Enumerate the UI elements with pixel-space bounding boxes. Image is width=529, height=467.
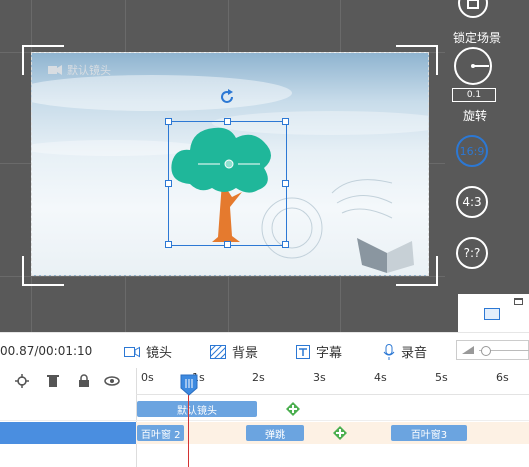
zoom-control[interactable] [456,340,529,360]
lock-icon [467,0,479,9]
time-display: 00.87/00:01:10 [0,344,93,358]
delete-icon[interactable] [47,374,59,388]
rotate-handle-icon[interactable] [219,89,235,105]
dial-needle-icon [471,64,489,68]
record-tool-label: 录音 [401,346,428,361]
resize-handle-b[interactable] [224,241,231,248]
background-tool-icon [210,344,226,359]
effect-clip[interactable]: 百叶窗3 [391,425,467,441]
add-keyframe-icon[interactable] [286,402,300,416]
lock-track-icon[interactable] [78,374,90,388]
record-tool-button[interactable]: 录音 [383,342,427,361]
camera-icon [48,65,62,75]
ratio-4-3-button[interactable]: 4:3 [456,186,488,218]
effect-clip[interactable]: 弹跳 [246,425,304,441]
ruler-tick: 4s [374,371,387,384]
camera-tool-label: 镜头 [146,346,173,361]
resize-handle-bl[interactable] [165,241,172,248]
rotate-label: 旋转 [463,109,488,123]
target-icon[interactable] [15,374,29,388]
microphone-icon [383,343,395,360]
resize-handle-l[interactable] [165,180,172,187]
ruler-tick: 5s [435,371,448,384]
resize-handle-tl[interactable] [165,118,172,125]
camera-clip[interactable]: 默认镜头 [137,401,257,417]
ruler-tick: 6s [496,371,509,384]
rotate-dial[interactable] [454,47,492,85]
ratio-16-9-button[interactable]: 16:9 [456,135,488,167]
lock-scene-label: 锁定场景 [453,31,502,45]
mini-preview-panel[interactable] [458,294,529,332]
effects-track-header[interactable] [0,422,136,444]
caption-tool-icon [296,344,310,359]
effect-clip[interactable]: 百叶窗 2 [137,425,184,441]
caption-tool-label: 字幕 [316,346,343,361]
ruler-tick: 2s [252,371,265,384]
ratio-custom-button[interactable]: ?:? [456,237,488,269]
caption-tool-button[interactable]: 字幕 [296,342,342,361]
camera-tool-icon [124,346,140,357]
rotate-value-input[interactable]: 0.1 [452,88,496,102]
preview-thumbnail-icon [484,308,500,320]
resize-handle-br[interactable] [282,241,289,248]
ruler-tick: 3s [313,371,326,384]
zoom-out-triangle-icon[interactable] [462,346,474,354]
resize-handle-tr[interactable] [282,118,289,125]
zoom-slider-thumb[interactable] [481,346,491,356]
resize-handle-r[interactable] [282,180,289,187]
selection-box[interactable] [165,118,289,248]
lock-scene-button[interactable] [458,0,488,18]
camera-label-text: 默认镜头 [67,64,111,77]
background-tool-label: 背景 [232,346,259,361]
camera-tool-button[interactable]: 镜头 [124,342,172,361]
background-tool-button[interactable]: 背景 [210,342,258,361]
resize-handle-t[interactable] [224,118,231,125]
camera-track [0,398,529,421]
playhead-handle[interactable] [180,374,198,396]
frame-corner-bottom-left [22,256,64,286]
frame-corner-bottom-right [396,256,438,286]
track-separator [0,420,529,421]
camera-label: 默认镜头 [48,62,111,78]
add-keyframe-icon[interactable] [333,426,347,440]
frame-corner-top-right [396,45,438,75]
ruler-tick: 0s [141,371,154,384]
maximize-icon[interactable] [514,298,523,305]
visibility-eye-icon[interactable] [104,376,120,386]
playhead-line [188,392,189,467]
